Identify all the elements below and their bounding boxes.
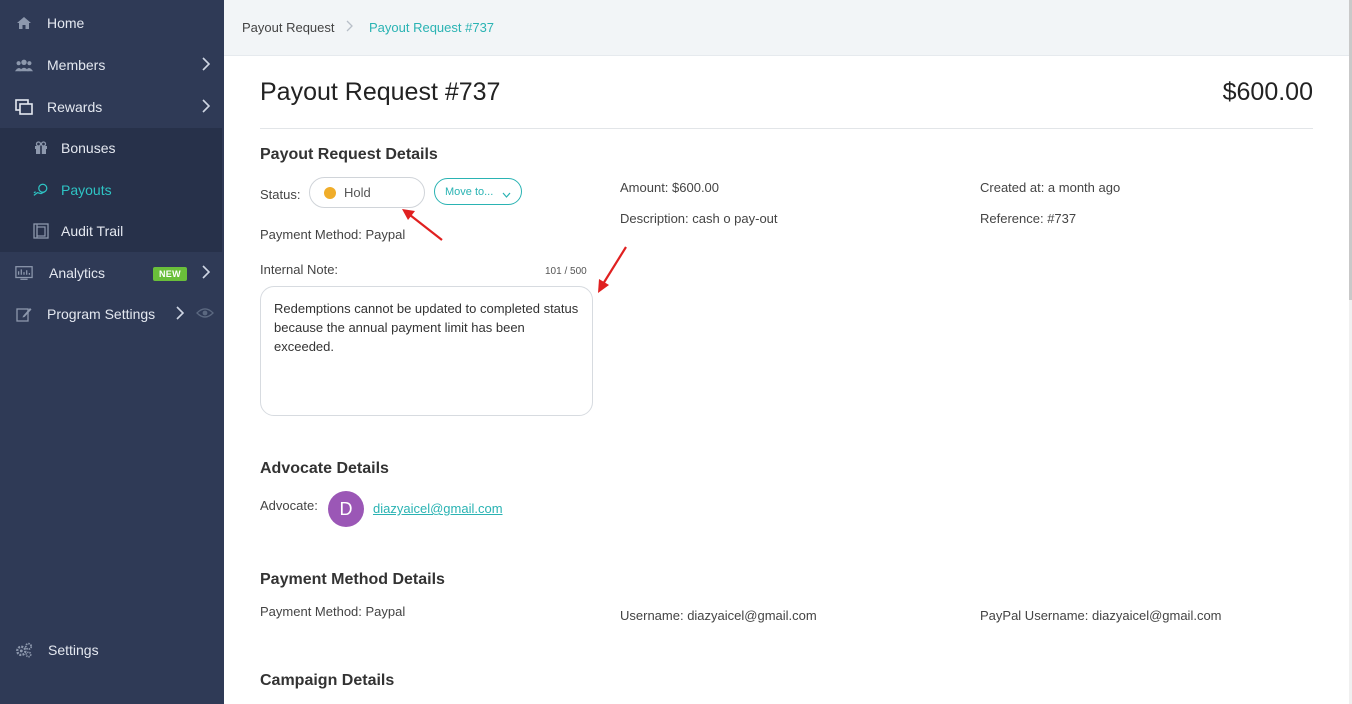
annotation-arrow-status xyxy=(402,209,443,241)
annotation-arrows xyxy=(402,209,627,293)
annotation-arrow-note xyxy=(598,246,627,293)
